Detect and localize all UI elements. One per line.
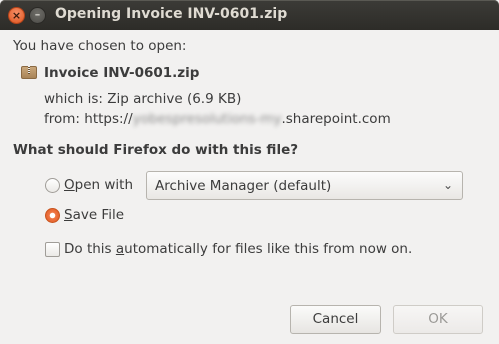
open-with-radio[interactable] [45, 178, 60, 193]
auto-label-rest: utomatically for files like this from no… [124, 241, 413, 257]
minimize-icon: – [34, 8, 41, 21]
intro-text: You have chosen to open: [13, 38, 187, 54]
which-is-label: which is: [44, 91, 103, 107]
url-prefix: https:// [84, 111, 133, 127]
url-blurred-host: yobespresolutions-my [132, 111, 282, 127]
file-type-row: which is: Zip archive (6.9 KB) [44, 91, 241, 107]
window-title: Opening Invoice INV-0601.zip [55, 6, 288, 22]
minimize-window-button[interactable]: – [29, 7, 46, 24]
ok-button[interactable]: OK [393, 305, 483, 334]
save-file-radio[interactable] [45, 208, 60, 223]
file-name: Invoice INV-0601.zip [44, 65, 200, 81]
auto-label-pre: Do this [64, 241, 116, 257]
auto-action-checkbox[interactable] [45, 242, 60, 257]
open-with-label-text: pen with [74, 177, 134, 193]
save-file-label[interactable]: Save File [64, 207, 124, 223]
file-type: Zip archive (6.9 KB) [107, 91, 242, 107]
auto-action-label[interactable]: Do this automatically for files like thi… [64, 241, 412, 257]
open-with-mnemonic: O [64, 177, 75, 193]
open-with-label[interactable]: Open with [64, 177, 133, 193]
source-url: https://yobespresolutions-my.sharepoint.… [84, 111, 390, 127]
action-question: What should Firefox do with this file? [13, 142, 299, 158]
title-bar: × – Opening Invoice INV-0601.zip [0, 0, 499, 30]
save-file-mnemonic: S [64, 207, 73, 223]
save-file-label-text: ave File [72, 207, 125, 223]
file-source-row: from: https://yobespresolutions-my.share… [44, 111, 391, 127]
application-dropdown[interactable]: Archive Manager (default) ⌄ [146, 171, 463, 200]
auto-mnemonic: a [115, 241, 125, 257]
from-label: from: [44, 111, 80, 127]
url-suffix: .sharepoint.com [281, 111, 391, 127]
close-icon: × [11, 9, 22, 22]
application-selected: Archive Manager (default) [155, 178, 332, 194]
chevron-down-icon: ⌄ [442, 178, 453, 192]
zip-archive-icon [21, 66, 37, 79]
close-window-button[interactable]: × [8, 7, 25, 24]
cancel-button[interactable]: Cancel [290, 305, 381, 334]
